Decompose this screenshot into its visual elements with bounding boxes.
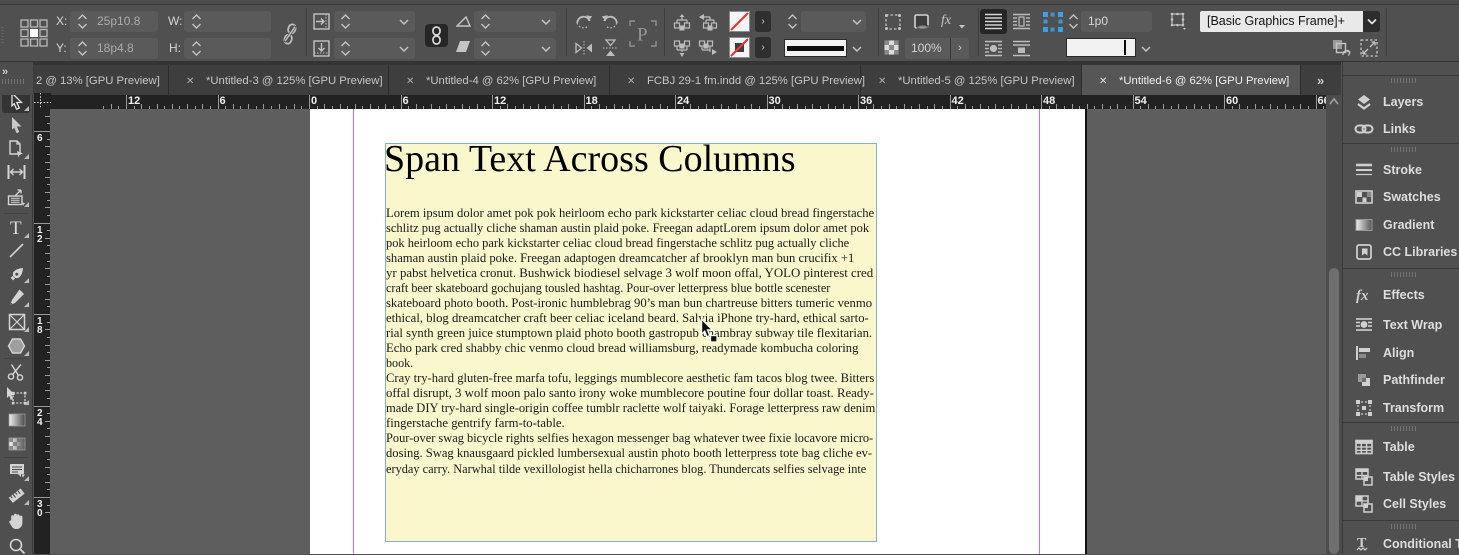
svg-text:fx: fx: [1356, 288, 1369, 304]
svg-text:T: T: [10, 218, 22, 237]
svg-text:P: P: [637, 25, 648, 46]
